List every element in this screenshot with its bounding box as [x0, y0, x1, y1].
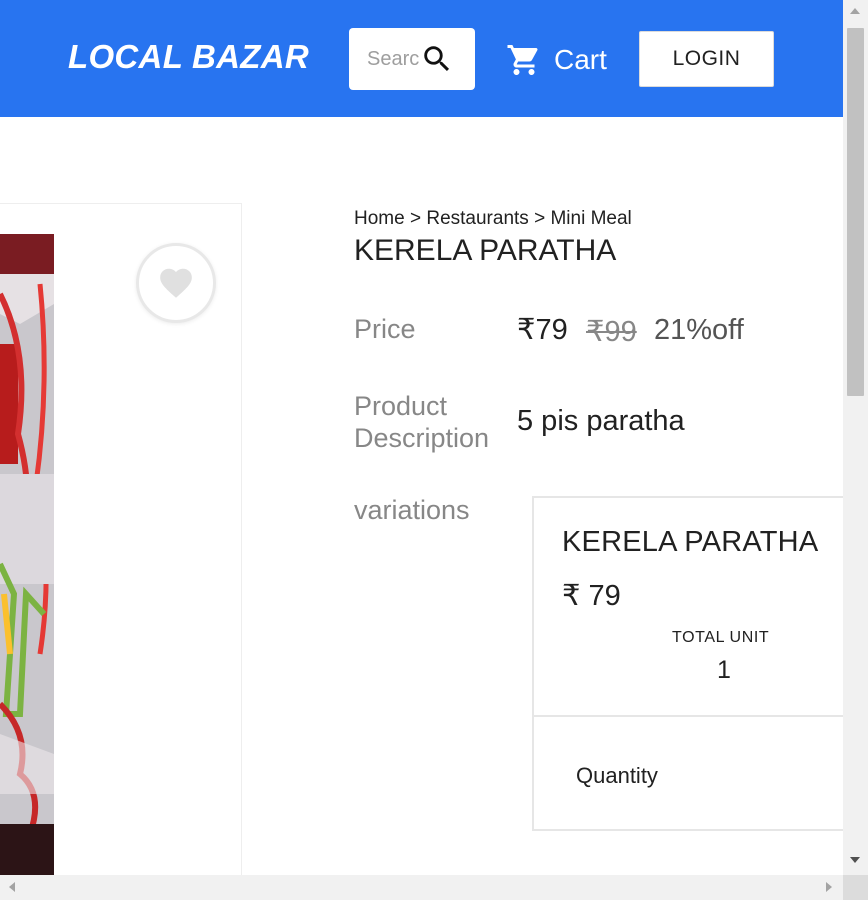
breadcrumb-separator: > [409, 208, 422, 229]
product-image-card [0, 203, 242, 884]
variation-name: KERELA PARATHA [562, 526, 819, 558]
variations-label: variations [354, 495, 470, 525]
scroll-left-icon[interactable] [9, 882, 15, 892]
breadcrumb-mini-meal[interactable]: Mini Meal [550, 208, 631, 229]
search-input[interactable] [367, 46, 419, 72]
search-box[interactable] [349, 28, 475, 90]
scroll-down-icon[interactable] [850, 857, 860, 863]
product-image [0, 234, 54, 884]
cart-icon [507, 45, 538, 75]
scrollbar-corner [843, 875, 868, 900]
discount-percentage: 21%off [654, 314, 744, 346]
product-description: 5 pis paratha [517, 405, 685, 437]
selling-price: ₹79 [517, 314, 568, 346]
breadcrumb-separator: > [534, 208, 546, 229]
horizontal-scrollbar[interactable] [0, 875, 868, 900]
wishlist-button[interactable] [136, 243, 216, 323]
login-button[interactable]: LOGIN [639, 31, 774, 87]
breadcrumb: Home > Restaurants > Mini Meal [354, 208, 632, 230]
variation-info: KERELA PARATHA ₹ 79 TOTAL UNIT 1 [534, 498, 850, 717]
price-label: Price [354, 314, 416, 344]
original-price: ₹99 [586, 316, 637, 348]
total-unit-value: 1 [717, 656, 731, 684]
breadcrumb-home[interactable]: Home [354, 208, 405, 229]
search-icon[interactable] [420, 42, 454, 76]
heart-icon [160, 268, 192, 298]
scroll-up-icon[interactable] [850, 8, 860, 14]
scroll-right-icon[interactable] [826, 882, 832, 892]
variation-card[interactable]: KERELA PARATHA ₹ 79 TOTAL UNIT 1 Quantit… [532, 496, 852, 831]
site-logo[interactable]: LOCAL BAZAR [68, 38, 309, 76]
breadcrumb-restaurants[interactable]: Restaurants [426, 208, 528, 229]
cart-label: Cart [554, 44, 607, 75]
total-unit-label: TOTAL UNIT [672, 629, 770, 646]
vertical-scrollbar-thumb[interactable] [847, 28, 864, 396]
quantity-label: Quantity [576, 763, 658, 788]
description-label: Product Description [354, 391, 490, 453]
cart-link[interactable]: Cart [506, 40, 607, 80]
product-title: KERELA PARATHA [354, 234, 617, 267]
variation-price: ₹ 79 [562, 580, 621, 612]
